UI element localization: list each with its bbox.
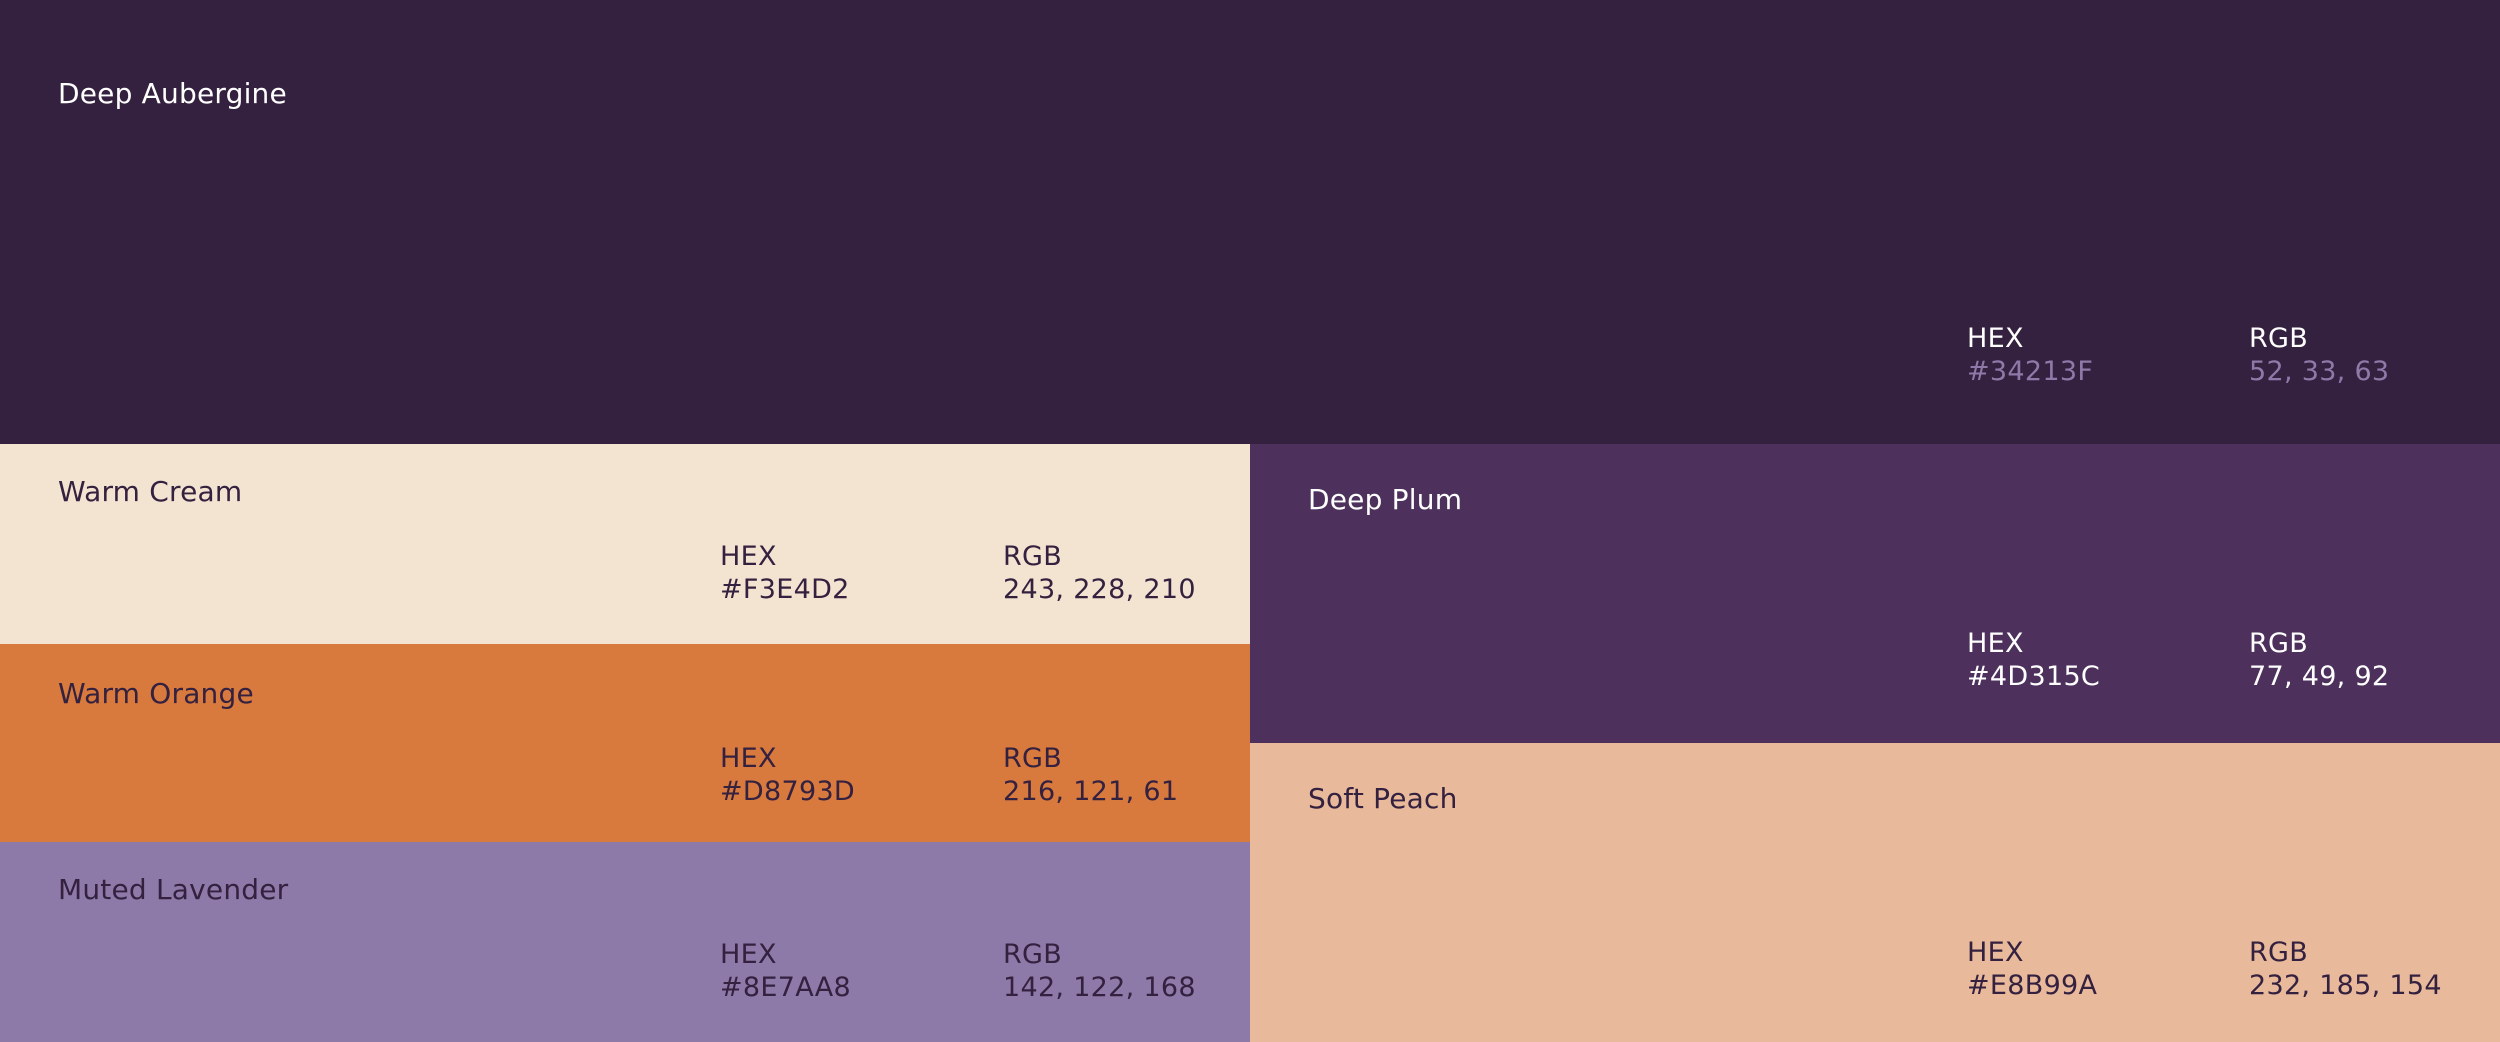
rgb-block: RGB 52, 33, 63 <box>2249 322 2389 388</box>
swatch-warm-cream: Warm Cream HEX #F3E4D2 RGB 243, 228, 210 <box>0 444 1250 644</box>
swatch-name: Soft Peach <box>1308 782 1458 815</box>
rgb-label: RGB <box>2249 628 2309 659</box>
hex-value: #D8793D <box>720 776 856 807</box>
swatch-name: Warm Cream <box>58 475 243 508</box>
swatch-soft-peach: Soft Peach HEX #E8B99A RGB 232, 185, 154 <box>1250 743 2500 1042</box>
rgb-block: RGB 142, 122, 168 <box>1003 938 1196 1004</box>
swatch-warm-orange: Warm Orange HEX #D8793D RGB 216, 121, 61 <box>0 644 1250 842</box>
hex-value: #F3E4D2 <box>720 574 850 605</box>
hex-label: HEX <box>1967 628 2024 659</box>
hex-block: HEX #4D315C <box>1967 627 2100 693</box>
rgb-block: RGB 77, 49, 92 <box>2249 627 2389 693</box>
hex-value: #E8B99A <box>1967 970 2098 1001</box>
rgb-label: RGB <box>1003 939 1063 970</box>
rgb-block: RGB 232, 185, 154 <box>2249 936 2442 1002</box>
rgb-label: RGB <box>1003 743 1063 774</box>
hex-value: #34213F <box>1967 356 2094 387</box>
hex-value: #4D315C <box>1967 661 2101 692</box>
rgb-value: 243, 228, 210 <box>1003 574 1196 605</box>
rgb-value: 142, 122, 168 <box>1003 972 1196 1003</box>
rgb-block: RGB 243, 228, 210 <box>1003 540 1196 606</box>
swatch-deep-aubergine: Deep Aubergine HEX #34213F RGB 52, 33, 6… <box>0 0 2500 444</box>
hex-block: HEX #F3E4D2 <box>720 540 850 606</box>
rgb-block: RGB 216, 121, 61 <box>1003 742 1178 808</box>
rgb-label: RGB <box>1003 541 1063 572</box>
rgb-value: 216, 121, 61 <box>1003 776 1179 807</box>
swatch-name: Deep Aubergine <box>58 77 287 110</box>
hex-label: HEX <box>720 541 777 572</box>
hex-label: HEX <box>720 939 777 970</box>
hex-block: HEX #34213F <box>1967 322 2093 388</box>
swatch-name: Warm Orange <box>58 677 254 710</box>
hex-label: HEX <box>720 743 777 774</box>
hex-label: HEX <box>1967 937 2024 968</box>
hex-value: #8E7AA8 <box>720 972 852 1003</box>
hex-block: HEX #D8793D <box>720 742 855 808</box>
swatch-name: Muted Lavender <box>58 873 289 906</box>
color-palette: Deep Aubergine HEX #34213F RGB 52, 33, 6… <box>0 0 2500 1042</box>
hex-block: HEX #8E7AA8 <box>720 938 851 1004</box>
hex-label: HEX <box>1967 323 2024 354</box>
rgb-label: RGB <box>2249 937 2309 968</box>
rgb-value: 52, 33, 63 <box>2249 356 2390 387</box>
hex-block: HEX #E8B99A <box>1967 936 2097 1002</box>
rgb-value: 77, 49, 92 <box>2249 661 2390 692</box>
swatch-muted-lavender: Muted Lavender HEX #8E7AA8 RGB 142, 122,… <box>0 842 1250 1042</box>
swatch-name: Deep Plum <box>1308 483 1463 516</box>
rgb-label: RGB <box>2249 323 2309 354</box>
swatch-deep-plum: Deep Plum HEX #4D315C RGB 77, 49, 92 <box>1250 444 2500 743</box>
rgb-value: 232, 185, 154 <box>2249 970 2442 1001</box>
